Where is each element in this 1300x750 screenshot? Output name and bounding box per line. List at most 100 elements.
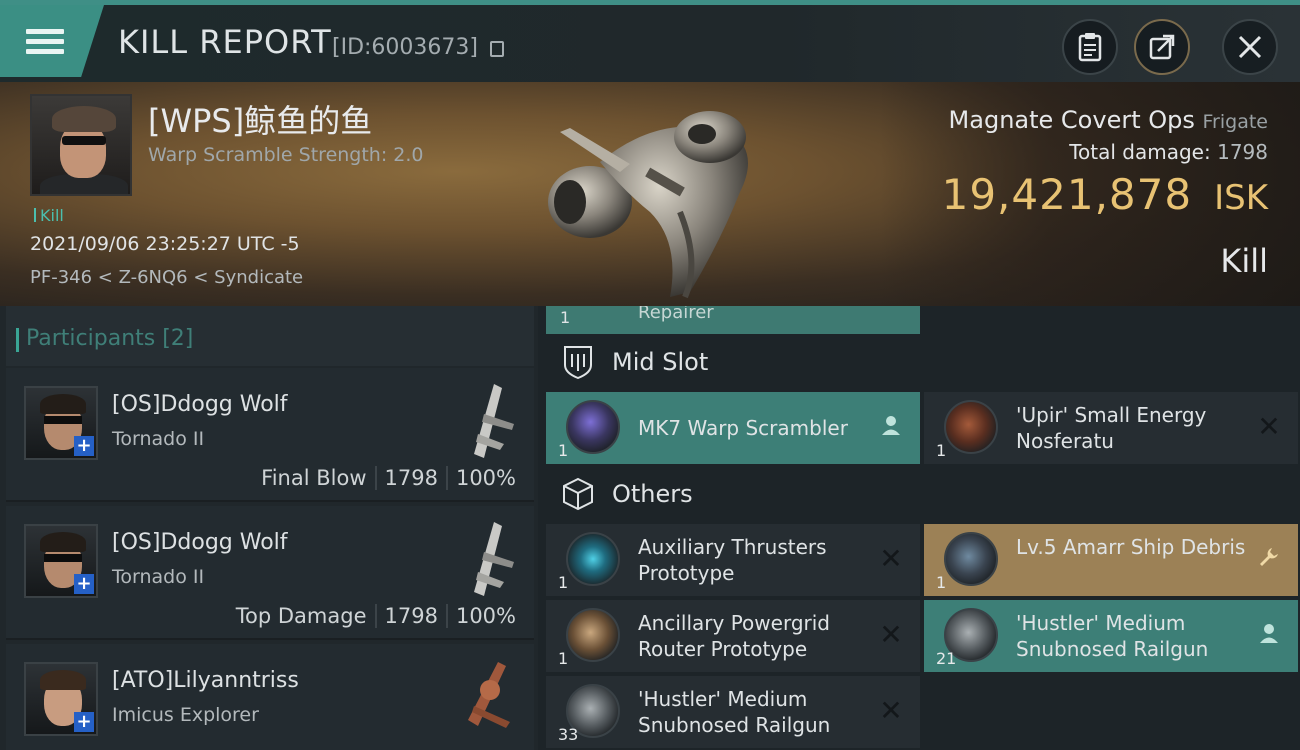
- warp-scramble-strength: Warp Scramble Strength: 2.0: [148, 144, 424, 166]
- module-item[interactable]: 33 'Hustler' Medium Snubnosed Railgun ✕: [546, 676, 920, 748]
- module-icon: [566, 532, 620, 586]
- copy-icon[interactable]: [490, 41, 504, 57]
- participant-role: Top Damage: [235, 604, 367, 628]
- total-damage-value: 1798: [1217, 140, 1268, 164]
- participant-portrait[interactable]: +: [24, 386, 98, 460]
- module-name: MK7 Warp Scrambler: [638, 416, 848, 440]
- participant-row[interactable]: + [ATO]Lilyanntriss Imicus Explorer: [6, 644, 534, 750]
- kill-time: 2021/09/06 23:25:27 UTC -5: [30, 233, 300, 255]
- module-item[interactable]: 1 'Upir' Small Energy Nosferatu ✕: [924, 392, 1298, 464]
- module-quantity: 1: [558, 573, 569, 592]
- result-label: Kill: [1220, 242, 1268, 280]
- participant-portrait[interactable]: +: [24, 524, 98, 598]
- participant-ship: Tornado II: [112, 566, 205, 588]
- ship-name: Magnate Covert Ops: [948, 106, 1195, 134]
- participants-title: Participants [2]: [15, 326, 194, 352]
- ship-image[interactable]: [530, 92, 790, 302]
- module-quantity: 1: [936, 441, 947, 460]
- share-button[interactable]: [1134, 19, 1190, 75]
- module-name: Auxiliary Thrusters Prototype: [638, 535, 827, 585]
- mid-slot-icon: [562, 346, 594, 379]
- participant-name: [ATO]Lilyanntriss: [112, 668, 299, 693]
- module-icon: [944, 532, 998, 586]
- ship-class: Frigate: [1202, 111, 1268, 133]
- participant-stats: Top Damage 1798 100%: [228, 604, 524, 628]
- page-title: KILL REPORT: [118, 23, 332, 61]
- participant-percent: 100%: [445, 466, 524, 490]
- kill-location[interactable]: PF-346 < Z-6NQ6 < Syndicate: [30, 267, 303, 288]
- participant-ship-image: [474, 522, 514, 596]
- participant-role: Final Blow: [261, 466, 367, 490]
- isk-unit: ISK: [1214, 178, 1268, 218]
- module-name: Ancillary Powergrid Router Prototype: [638, 611, 830, 661]
- module-icon: [566, 608, 620, 662]
- victim-name[interactable]: [WPS]鲸鱼的鱼: [148, 96, 372, 142]
- add-contact-icon[interactable]: +: [74, 436, 94, 456]
- total-damage-label: Total damage:: [1069, 140, 1211, 164]
- module-item[interactable]: 1 MK7 Warp Scrambler: [546, 392, 920, 464]
- module-name: 'Upir' Small Energy Nosferatu: [1016, 403, 1207, 453]
- add-contact-icon[interactable]: +: [74, 574, 94, 594]
- participant-ship: Imicus Explorer: [112, 704, 259, 726]
- participant-name: [OS]Ddogg Wolf: [112, 392, 288, 417]
- victim-hero: [WPS]鲸鱼的鱼 Warp Scramble Strength: 2.0 Ki…: [0, 82, 1300, 306]
- module-quantity: 1: [936, 573, 947, 592]
- participant-ship: Tornado II: [112, 428, 205, 450]
- participant-ship-image: [468, 662, 510, 728]
- participant-row[interactable]: + [OS]Ddogg Wolf Tornado II Final Blow 1…: [6, 368, 534, 502]
- module-icon: [944, 400, 998, 454]
- hamburger-icon: [26, 24, 64, 59]
- report-id: [ID:6003673]: [332, 35, 478, 60]
- participant-damage: 1798: [374, 466, 446, 490]
- module-item[interactable]: 21 'Hustler' Medium Snubnosed Railgun: [924, 600, 1298, 672]
- module-name: Lv.5 Amarr Ship Debris: [1016, 535, 1246, 559]
- participant-percent: 100%: [445, 604, 524, 628]
- isk-value-row: 19,421,878 ISK: [942, 170, 1268, 219]
- victim-portrait[interactable]: [30, 94, 132, 196]
- close-button[interactable]: [1222, 19, 1278, 75]
- menu-button[interactable]: [0, 5, 104, 77]
- module-item[interactable]: 1 Ancillary Powergrid Router Prototype ✕: [546, 600, 920, 672]
- clipboard-icon: [1078, 33, 1102, 62]
- box-icon: [562, 477, 594, 511]
- module-quantity: 21: [936, 649, 957, 668]
- mid-slot-header: Mid Slot: [546, 334, 920, 390]
- close-icon[interactable]: ✕: [1256, 413, 1282, 441]
- module-item[interactable]: 1 Lv.5 Amarr Ship Debris: [924, 524, 1298, 596]
- module-quantity: 1: [558, 441, 569, 460]
- participant-name: [OS]Ddogg Wolf: [112, 530, 288, 555]
- module-quantity: 1: [558, 649, 569, 668]
- close-icon: [1238, 35, 1262, 59]
- person-icon[interactable]: [1256, 622, 1282, 648]
- participant-damage: 1798: [374, 604, 446, 628]
- add-contact-icon[interactable]: +: [74, 712, 94, 732]
- total-damage: Total damage: 1798: [1069, 140, 1268, 164]
- module-item[interactable]: 1 Auxiliary Thrusters Prototype ✕: [546, 524, 920, 596]
- wrench-icon[interactable]: [1256, 546, 1282, 572]
- participants-panel: Participants [2] + [OS]Ddogg Wolf Tornad…: [0, 306, 538, 750]
- ship-type[interactable]: Magnate Covert Ops Frigate: [949, 106, 1268, 134]
- participant-portrait[interactable]: +: [24, 662, 98, 736]
- module-quantity: 1: [560, 308, 571, 327]
- participant-stats: Final Blow 1798 100%: [253, 466, 524, 490]
- module-icon: [566, 400, 620, 454]
- module-name: Repairer: [638, 306, 714, 323]
- close-icon[interactable]: ✕: [878, 621, 904, 649]
- module-quantity: 33: [558, 725, 579, 744]
- share-icon: [1149, 34, 1175, 60]
- others-label: Others: [612, 480, 693, 508]
- others-header: Others: [546, 466, 920, 522]
- participant-row[interactable]: + [OS]Ddogg Wolf Tornado II Top Damage 1…: [6, 506, 534, 640]
- mid-slot-label: Mid Slot: [612, 348, 709, 376]
- fitting-panel: 1 Repairer Mid Slot 1 MK7 Warp Scrambler…: [538, 306, 1300, 750]
- close-icon[interactable]: ✕: [878, 697, 904, 725]
- close-icon[interactable]: ✕: [878, 545, 904, 573]
- module-repairer[interactable]: 1 Repairer: [546, 306, 920, 334]
- person-icon[interactable]: [878, 414, 904, 440]
- clipboard-button[interactable]: [1062, 19, 1118, 75]
- header-bar: KILL REPORT [ID:6003673]: [0, 0, 1300, 82]
- participant-ship-image: [474, 384, 514, 458]
- module-name: 'Hustler' Medium Snubnosed Railgun: [1016, 611, 1209, 661]
- module-name: 'Hustler' Medium Snubnosed Railgun: [638, 687, 831, 737]
- kill-tag: Kill: [34, 206, 64, 225]
